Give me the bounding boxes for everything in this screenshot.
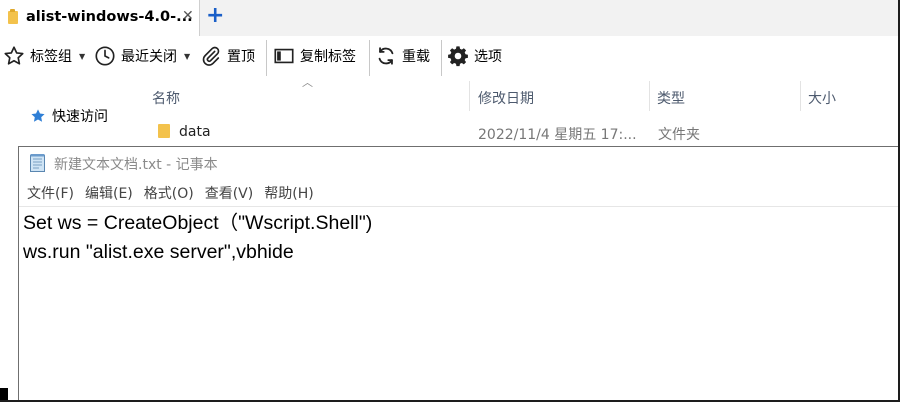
notepad-title: 新建文本文档.txt - 记事本 bbox=[54, 157, 218, 173]
tab-close-icon[interactable]: ✕ bbox=[182, 8, 194, 24]
explorer-toolbar: 标签组 ▼ 最近关闭 ▼ 置顶 复制标签 重载 选项 bbox=[0, 36, 900, 76]
text-line: Set ws = CreateObject（"Wscript.Shell") bbox=[23, 212, 373, 234]
notepad-text-area[interactable]: Set ws = CreateObject（"Wscript.Shell") w… bbox=[19, 206, 900, 402]
menu-format[interactable]: 格式(O) bbox=[136, 181, 194, 205]
reload-label: 重载 bbox=[402, 49, 430, 65]
copy-tab-label: 复制标签 bbox=[300, 49, 356, 65]
options-button[interactable]: 选项 bbox=[447, 42, 502, 70]
quick-access-item[interactable]: 快速访问 bbox=[30, 106, 108, 126]
file-modified: 2022/11/4 星期五 17:... bbox=[478, 127, 637, 143]
chevron-down-icon[interactable]: ▼ bbox=[184, 52, 190, 61]
chevron-down-icon[interactable]: ▼ bbox=[79, 52, 85, 61]
toolbar-separator bbox=[266, 40, 267, 76]
options-label: 选项 bbox=[474, 49, 502, 65]
column-divider[interactable] bbox=[800, 81, 801, 111]
star-icon bbox=[31, 109, 45, 122]
file-list: ︿ 名称 修改日期 类型 大小 data 2022/11/4 星期五 17:..… bbox=[130, 76, 900, 146]
menu-help[interactable]: 帮助(H) bbox=[256, 181, 313, 205]
pin-label: 置顶 bbox=[227, 49, 255, 65]
column-divider[interactable] bbox=[649, 81, 650, 111]
recently-closed-button[interactable]: 最近关闭 ▼ bbox=[94, 42, 190, 70]
star-icon bbox=[4, 46, 24, 65]
explorer-tab-bar: alist-windows-4.0-... ✕ + bbox=[0, 0, 900, 36]
notepad-title-bar[interactable]: 新建文本文档.txt - 记事本 bbox=[19, 147, 900, 179]
tab-title: alist-windows-4.0-... bbox=[26, 9, 193, 25]
notepad-menu-bar: 文件(F) 编辑(E) 格式(O) 查看(V) 帮助(H) bbox=[19, 181, 900, 205]
column-divider[interactable] bbox=[469, 81, 470, 111]
sort-arrow-icon: ︿ bbox=[302, 76, 313, 89]
folder-icon bbox=[158, 124, 170, 138]
menu-edit[interactable]: 编辑(E) bbox=[77, 181, 133, 205]
refresh-icon bbox=[378, 47, 394, 65]
menu-file[interactable]: 文件(F) bbox=[19, 181, 74, 205]
reload-button[interactable]: 重载 bbox=[375, 42, 430, 70]
column-header-type[interactable]: 类型 bbox=[657, 88, 685, 108]
window-copy-icon bbox=[274, 48, 294, 64]
column-header-name[interactable]: 名称 bbox=[152, 88, 180, 108]
bookmark-group-label: 标签组 bbox=[30, 49, 72, 65]
pin-button[interactable]: 置顶 bbox=[200, 42, 255, 70]
notepad-icon bbox=[30, 154, 45, 172]
quick-access-label: 快速访问 bbox=[52, 109, 108, 125]
text-line: ws.run "alist.exe server",vbhide bbox=[23, 241, 294, 263]
explorer-tab[interactable]: alist-windows-4.0-... ✕ bbox=[0, 0, 200, 36]
menu-view[interactable]: 查看(V) bbox=[197, 181, 254, 205]
copy-tab-button[interactable]: 复制标签 bbox=[273, 42, 356, 70]
gear-icon bbox=[448, 46, 468, 67]
column-header-size[interactable]: 大小 bbox=[808, 88, 836, 108]
paperclip-icon bbox=[202, 46, 220, 66]
folder-icon bbox=[8, 9, 18, 24]
column-header-modified[interactable]: 修改日期 bbox=[478, 88, 534, 108]
notepad-window[interactable]: 新建文本文档.txt - 记事本 文件(F) 编辑(E) 格式(O) 查看(V)… bbox=[18, 146, 900, 402]
navigation-pane: 快速访问 bbox=[0, 76, 130, 146]
file-type: 文件夹 bbox=[658, 127, 700, 143]
file-name: data bbox=[179, 124, 211, 140]
new-tab-button[interactable]: + bbox=[206, 4, 224, 28]
bookmark-group-button[interactable]: 标签组 ▼ bbox=[3, 42, 85, 70]
toolbar-separator bbox=[441, 40, 442, 76]
toolbar-separator bbox=[369, 40, 370, 76]
clock-icon bbox=[95, 46, 115, 66]
recently-closed-label: 最近关闭 bbox=[121, 49, 177, 65]
